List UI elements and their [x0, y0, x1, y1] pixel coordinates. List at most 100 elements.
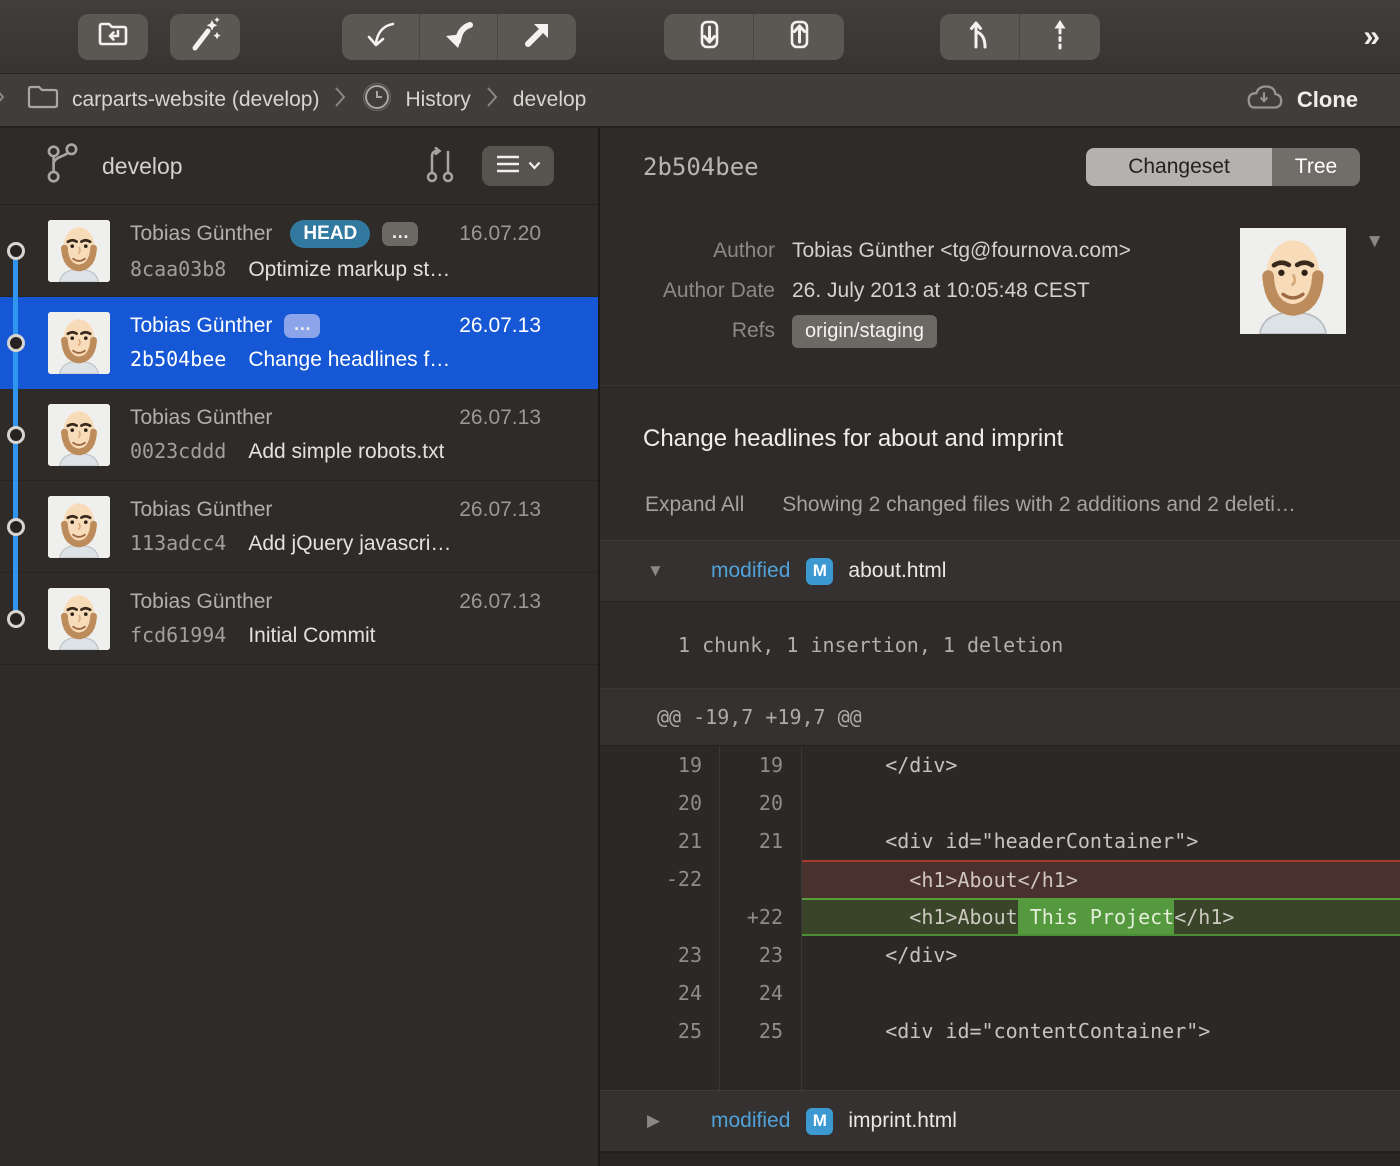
breadcrumb-history[interactable]: History	[361, 81, 470, 119]
commit-row[interactable]: Tobias Günther 26.07.13 0023cddd Add sim…	[0, 389, 598, 481]
revert-button[interactable]	[420, 14, 498, 60]
author-label: Author	[600, 239, 775, 263]
open-repository-button[interactable]	[78, 14, 148, 60]
commit-hash: 0023cddd	[130, 439, 226, 463]
avatar	[48, 220, 110, 282]
disclosure-open-icon[interactable]: ▼	[647, 561, 669, 581]
breadcrumb-repo-label: carparts-website (develop)	[72, 88, 319, 112]
head-badge: HEAD	[290, 220, 370, 248]
diff-code: </div>	[801, 936, 1400, 974]
new-line-number: +22	[719, 898, 801, 936]
old-line-number: 23	[600, 936, 719, 974]
tower-window: » carparts-website (develop) History dev…	[0, 0, 1400, 1166]
commit-row[interactable]: Tobias Günther 26.07.13 fcd61994 Initial…	[0, 573, 598, 665]
commit-author: Tobias Günther	[130, 314, 272, 338]
graph-node-icon	[7, 518, 25, 536]
toolbar: »	[0, 0, 1400, 74]
commit-subject: Optimize markup st…	[248, 258, 450, 282]
commit-author: Tobias Günther	[130, 406, 272, 430]
ref-badge: origin/staging	[792, 315, 937, 348]
clone-label: Clone	[1297, 87, 1358, 113]
file-name: about.html	[848, 559, 946, 583]
sidebar-header: develop	[0, 128, 598, 205]
hamburger-icon	[496, 154, 520, 179]
commit-hash-title: 2b504bee	[643, 153, 759, 181]
avatar	[48, 312, 110, 374]
graph-node-icon	[7, 242, 25, 260]
old-line-number: 25	[600, 1012, 719, 1050]
old-line-number: 19	[600, 746, 719, 784]
commit-date: 26.07.13	[459, 406, 541, 430]
toolbar-overflow-button[interactable]: »	[1363, 20, 1378, 54]
curved-arrow-down-left-outline-icon	[362, 15, 400, 58]
avatar	[48, 496, 110, 558]
breadcrumb-branch[interactable]: develop	[513, 88, 587, 112]
old-line-number: -22	[600, 860, 719, 898]
commit-subject: Initial Commit	[248, 624, 375, 648]
main-area: develop	[0, 128, 1400, 1166]
expand-all-button[interactable]: Expand All	[645, 493, 744, 517]
commit-list: Tobias Günther HEAD … 16.07.20 8caa03b8 …	[0, 205, 598, 1166]
diff-line: 25 25 <div id="contentContainer">	[600, 1012, 1400, 1050]
more-refs-badge[interactable]: …	[382, 222, 418, 246]
more-refs-badge[interactable]: …	[284, 314, 320, 338]
new-line-number	[719, 860, 801, 898]
commit-date: 26.07.13	[459, 590, 541, 614]
diff-code: <h1>About This Project</h1>	[801, 898, 1400, 936]
commit-subject: Add jQuery javascri…	[248, 532, 451, 556]
checkout-button[interactable]	[342, 14, 420, 60]
diff-code	[801, 974, 1400, 1012]
commit-author: Tobias Günther	[130, 222, 272, 246]
commit-row[interactable]: Tobias Günther HEAD … 16.07.20 8caa03b8 …	[0, 205, 598, 297]
commit-row[interactable]: Tobias Günther 26.07.13 113adcc4 Add jQu…	[0, 481, 598, 573]
graph-node-icon	[7, 610, 25, 628]
commit-hash: 2b504bee	[130, 347, 226, 371]
chunk-header: @@ -19,7 +19,7 @@	[600, 689, 1400, 746]
tab-tree[interactable]: Tree	[1272, 148, 1360, 186]
list-options-button[interactable]	[482, 146, 554, 186]
diff-line: 20 20	[600, 784, 1400, 822]
compare-branches-icon[interactable]	[424, 143, 456, 190]
chunk-summary: 1 chunk, 1 insertion, 1 deletion	[600, 602, 1400, 689]
rebase-icon	[1041, 15, 1079, 58]
breadcrumb-repo[interactable]: carparts-website (develop)	[26, 83, 319, 117]
merge-icon	[961, 15, 999, 58]
merge-button[interactable]	[940, 14, 1020, 60]
branch-actions-group	[940, 14, 1100, 60]
refs-label: Refs	[600, 319, 775, 343]
commit-hash: 8caa03b8	[130, 257, 226, 281]
history-clock-icon	[361, 81, 393, 119]
branch-icon	[44, 143, 80, 190]
rebase-button[interactable]	[1020, 14, 1100, 60]
history-sidebar: develop	[0, 128, 600, 1166]
tab-changeset[interactable]: Changeset	[1086, 148, 1272, 186]
fetch-button[interactable]	[664, 14, 754, 60]
diff-code: <h1>About</h1>	[801, 860, 1400, 898]
diff-line: 19 19 </div>	[600, 746, 1400, 784]
chevron-right-icon	[0, 85, 6, 115]
author-avatar	[1240, 228, 1346, 334]
disclosure-down-icon[interactable]: ▼	[1365, 231, 1384, 253]
new-line-number: 20	[719, 784, 801, 822]
commit-row[interactable]: Tobias Günther … 26.07.13 2b504bee Chang…	[0, 297, 598, 389]
cherry-pick-button[interactable]	[498, 14, 576, 60]
commit-date: 26.07.13	[459, 314, 541, 338]
push-button[interactable]	[754, 14, 844, 60]
diff-line: +22 <h1>About This Project</h1>	[600, 898, 1400, 936]
clone-button[interactable]: Clone	[1243, 82, 1358, 118]
file-row-about[interactable]: ▼ modified M about.html	[600, 540, 1400, 602]
disclosure-closed-icon[interactable]: ▶	[647, 1111, 669, 1131]
diff-line: 23 23 </div>	[600, 936, 1400, 974]
files-meta-row: Expand All Showing 2 changed files with …	[600, 453, 1400, 540]
old-line-number: 24	[600, 974, 719, 1012]
gutter-divider	[719, 746, 720, 1090]
history-actions-group	[342, 14, 576, 60]
fetch-icon	[689, 14, 729, 59]
quick-actions-button[interactable]	[170, 14, 240, 60]
arrow-up-right-icon	[518, 15, 556, 58]
file-row-imprint[interactable]: ▶ modified M imprint.html	[600, 1090, 1400, 1152]
modified-badge-icon: M	[806, 1108, 833, 1135]
new-line-number: 25	[719, 1012, 801, 1050]
diff-code	[801, 784, 1400, 822]
file-status: modified	[711, 559, 790, 583]
